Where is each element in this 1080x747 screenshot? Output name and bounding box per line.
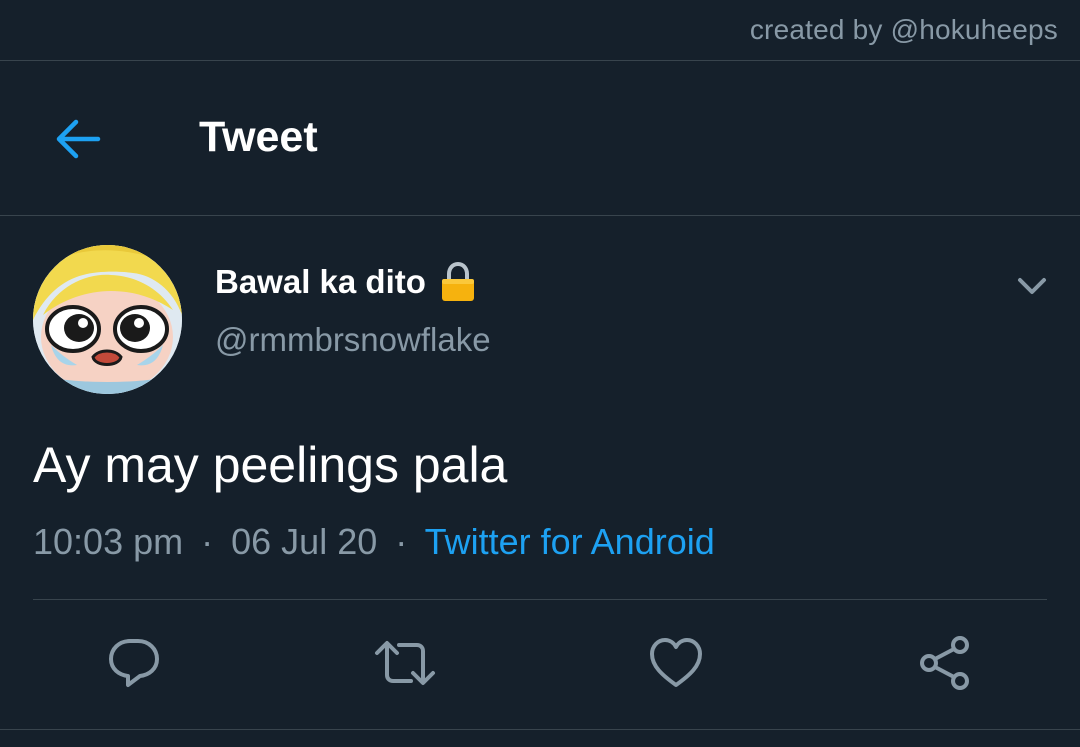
meta-separator: · (395, 521, 408, 562)
bottom-divider (0, 729, 1080, 730)
share-icon (920, 636, 969, 690)
lock-icon (440, 261, 476, 302)
reply-icon (109, 639, 159, 687)
watermark: created by @hokuheeps (749, 14, 1058, 45)
avatar[interactable] (33, 245, 182, 394)
retweet-icon (375, 641, 435, 685)
tweet-source-link[interactable]: Twitter for Android (425, 521, 715, 562)
tweet-time: 10:03 pm (33, 521, 184, 562)
meta-divider (33, 599, 1047, 600)
action-bar (0, 631, 1080, 695)
more-options-button[interactable] (1012, 270, 1052, 302)
page-title: Tweet (199, 113, 318, 161)
reply-button[interactable] (102, 631, 166, 695)
meta-separator: · (201, 521, 214, 562)
tweet-meta: 10:03 pm · 06 Jul 20 · Twitter for Andro… (33, 521, 715, 563)
heart-icon (650, 638, 702, 687)
avatar-image (33, 245, 182, 394)
header-divider (0, 215, 1080, 216)
tweet-page: created by @hokuheeps Tweet Bawal ka dit… (0, 0, 1080, 747)
tweet-text: Ay may peelings pala (33, 437, 508, 493)
chevron-down-icon (1018, 278, 1046, 294)
author-name[interactable]: Bawal ka dito (215, 263, 426, 301)
back-button[interactable] (48, 111, 108, 167)
arrow-left-icon (56, 119, 101, 159)
tweet-date: 06 Jul 20 (231, 521, 378, 562)
retweet-button[interactable] (373, 631, 437, 695)
share-button[interactable] (913, 631, 977, 695)
like-button[interactable] (644, 631, 708, 695)
author-row: Bawal ka dito (215, 261, 476, 302)
header: Tweet (0, 61, 1080, 215)
author-handle[interactable]: @rmmbrsnowflake (215, 321, 491, 359)
